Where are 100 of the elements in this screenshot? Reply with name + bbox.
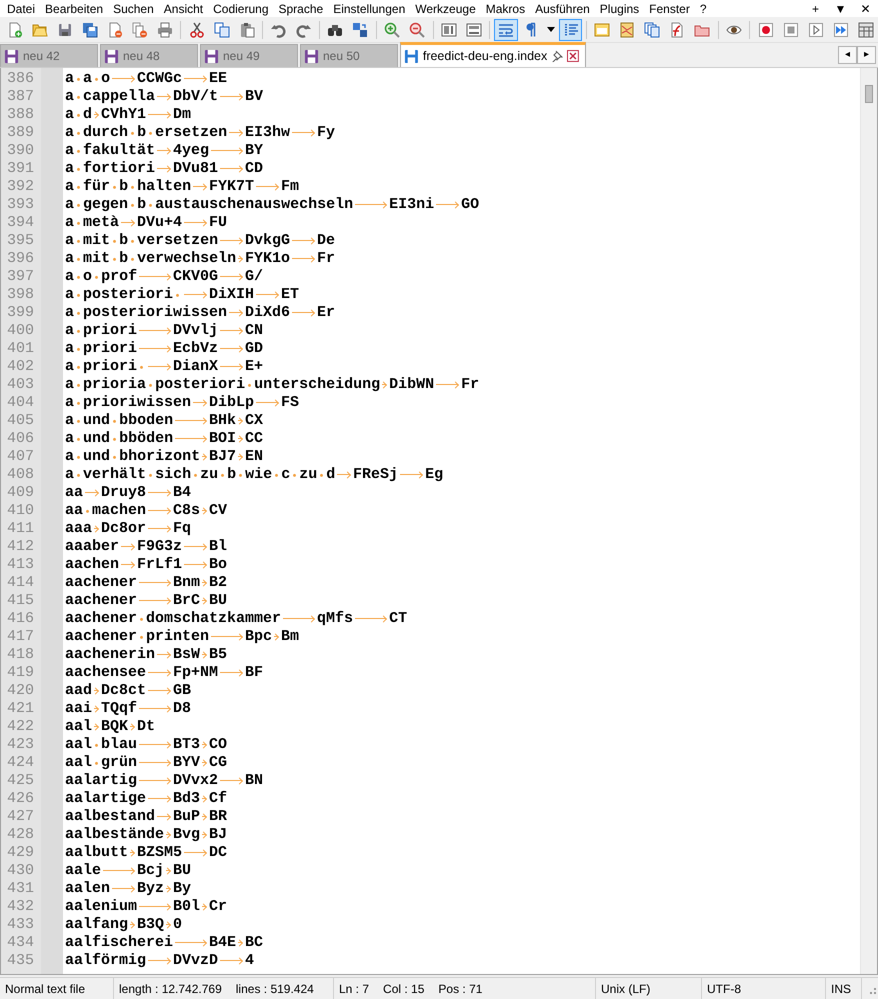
code-line: aachenerin BsW B5 [65,646,228,664]
line-number: 400 [6,322,36,340]
indent-guide-button[interactable] [558,18,582,40]
menu-item[interactable]: Ansicht [158,0,208,16]
menu-item[interactable]: Plugins [594,0,644,16]
tab-label: neu 48 [123,48,160,65]
code-line: aalartig DVvx2 BN [65,772,264,790]
line-number: 410 [6,502,36,520]
line-number: 394 [6,214,36,232]
line-number: 396 [6,250,36,268]
line-number: 391 [6,160,36,178]
line-number: 389 [6,124,36,142]
encoding-label: UTF-8 [707,980,741,998]
menu-item[interactable]: Datei [2,0,40,16]
code-line: a posterioriwissen DiXd6 Er [65,304,336,322]
line-number: 424 [6,754,36,772]
code-line: a priori EcbVz GD [65,340,264,358]
code-line: aachener Bnm B2 [65,574,228,592]
page-plus-icon [7,22,24,38]
pin-icon[interactable] [551,50,564,62]
line-number: 399 [6,304,36,322]
file-type-label: Normal text file [5,980,86,998]
stop-icon [782,22,799,38]
menu-item[interactable]: Sprache [274,0,328,16]
line-number: 422 [6,718,36,736]
wrap-lines-icon [498,22,514,38]
new-window-button[interactable]: + [803,0,828,18]
line-number: 425 [6,772,36,790]
menu-item[interactable]: Einstellungen [328,0,410,16]
line-number: 408 [6,466,36,484]
code-line: a o prof CKV0G G/ [65,268,264,286]
code-line: a prioria posteriori unterscheidung DibWN Fr [65,376,480,394]
code-line: aachen FrLf1 Bo [65,556,228,574]
line-number: 423 [6,736,36,754]
line-number: 411 [6,520,36,538]
code-line: a für b halten FYK7T Fm [65,178,300,196]
menu-item[interactable]: Codierung [208,0,274,16]
line-number: 420 [6,682,36,700]
menu-item[interactable]: Suchen [108,0,159,16]
menu-item[interactable]: Fenster [644,0,695,16]
line-number: 404 [6,394,36,412]
scroll-thumb[interactable] [865,85,873,103]
page-minus-icon [107,22,124,38]
line-number: 428 [6,826,36,844]
code-line: a priori DianX E+ [65,358,264,376]
code-line: a verhält sich zu b wie c zu d FReSj Eg [65,466,444,484]
code-line: a fortiori DVu81 CD [65,160,264,178]
fast-forward-icon [832,22,849,38]
scroll-tabs-left-button[interactable]: ◂ [838,46,857,64]
line-number: 432 [6,898,36,916]
curve-page-icon [669,22,686,38]
panes-icon [440,22,457,38]
menu-item[interactable]: Werkzeuge [410,0,481,16]
line-number: 409 [6,484,36,502]
code-line: aal BQK Dt [65,718,156,736]
line-number: 427 [6,808,36,826]
scroll-tabs-right-button[interactable]: ▸ [857,46,876,64]
line-number: 419 [6,664,36,682]
code-line: aalfischerei B4E BC [65,934,264,952]
menu-item[interactable]: ? [694,0,712,16]
line-number: 402 [6,358,36,376]
line-number: 403 [6,376,36,394]
floppy-icon [304,48,319,64]
vertical-scrollbar[interactable] [860,68,877,974]
scissors-icon [188,22,205,38]
floppy-icon [57,22,74,38]
code-line: aalbestände Bvg BJ [65,826,228,844]
menu-item[interactable]: Bearbeiten [40,0,108,16]
line-number: 430 [6,862,36,880]
line-number: 433 [6,916,36,934]
close-tab-icon[interactable] [567,50,579,62]
map-icon [619,22,636,38]
close-button[interactable]: ✕ [853,0,878,18]
clipboard-icon [238,22,255,38]
menu-item[interactable]: Makros [480,0,530,16]
file-tab[interactable]: freedict-deu-eng.index [400,42,586,67]
line-number: 426 [6,790,36,808]
window-list-button[interactable]: ▼ [828,0,853,18]
line-number: 435 [6,952,36,970]
pages-icon [214,22,230,38]
code-line: aai TQqf D8 [65,700,192,718]
code-line: aachener domschatzkammer qMfs CT [65,610,408,628]
swap-icon [352,22,368,38]
line-number: 395 [6,232,36,250]
code-line: aachener printen Bpc Bm [65,628,300,646]
line-number: 405 [6,412,36,430]
menu-item[interactable]: Ausführen [530,0,595,16]
floppies-icon [82,22,98,38]
code-line: aachener BrC BU [65,592,228,610]
line-number: 412 [6,538,36,556]
code-line: a fakultät 4yeg BY [65,142,264,160]
tab-label: neu 50 [323,48,360,65]
code-line: a und bhorizont BJ7 EN [65,448,264,466]
line-number: 417 [6,628,36,646]
code-line: a und bböden BOI CC [65,430,264,448]
code-line: aa Druy8 B4 [65,484,192,502]
floppy-icon [204,48,219,64]
line-number: 406 [6,430,36,448]
line-number: 390 [6,142,36,160]
word-wrap-button[interactable] [494,18,518,40]
